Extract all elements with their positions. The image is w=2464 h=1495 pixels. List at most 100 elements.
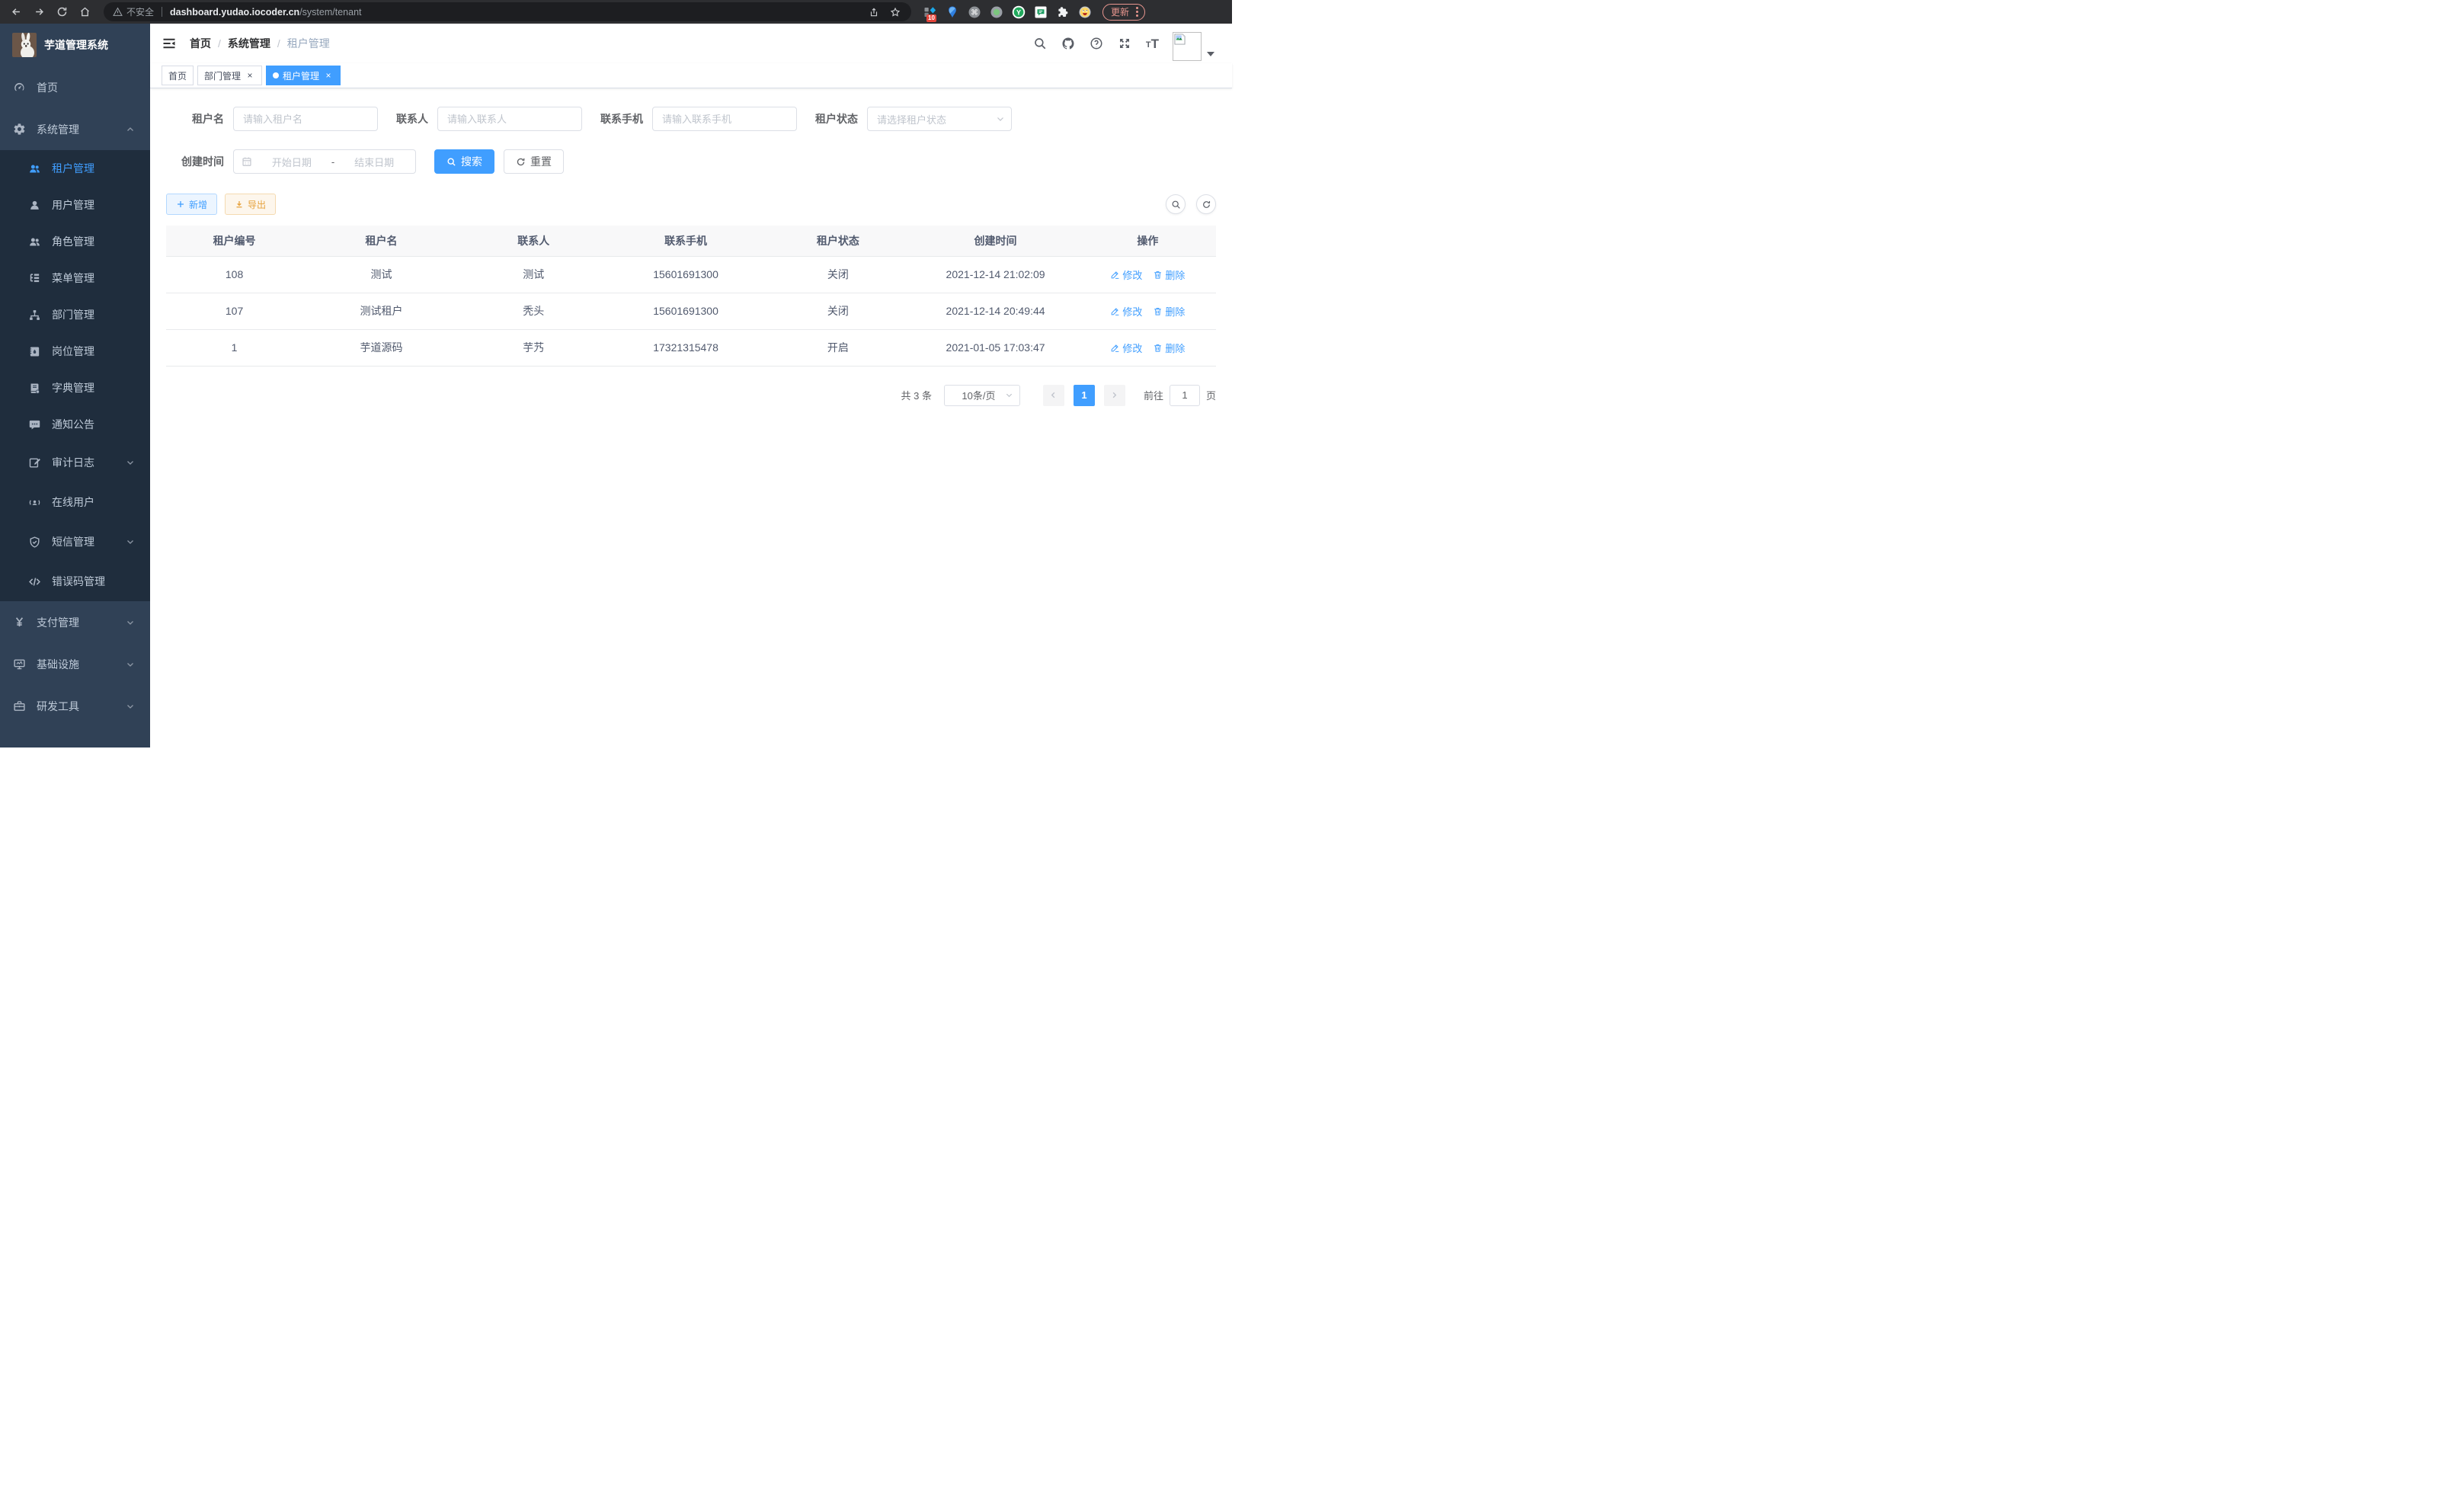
delete-button[interactable]: 删除 <box>1153 341 1185 355</box>
edit-button[interactable]: 修改 <box>1110 341 1142 355</box>
calendar-icon <box>242 156 252 167</box>
edit-button[interactable]: 修改 <box>1110 267 1142 282</box>
ext-squares-diamond-icon[interactable]: 10 <box>923 5 937 19</box>
sidebar-item-label: 字典管理 <box>52 380 94 395</box>
reload-icon[interactable] <box>53 4 70 21</box>
current-page[interactable]: 1 <box>1074 385 1095 406</box>
tab-租户管理[interactable]: 租户管理× <box>266 66 341 85</box>
ext-emoji-icon[interactable] <box>1078 5 1092 19</box>
font-size-icon[interactable]: TT <box>1146 37 1159 50</box>
mobile-input[interactable] <box>652 107 797 131</box>
collapse-sidebar-icon[interactable] <box>162 36 177 51</box>
content-area: 租户名 联系人 联系手机 租户状态 请选择租户状态 <box>150 88 1232 748</box>
search-button[interactable]: 搜索 <box>434 149 494 174</box>
filter-row-1: 租户名 联系人 联系手机 租户状态 请选择租户状态 <box>166 107 1216 131</box>
github-icon[interactable] <box>1061 37 1076 51</box>
sidebar-item-角色管理[interactable]: 角色管理 <box>0 223 150 260</box>
end-date-placeholder: 结束日期 <box>341 155 408 169</box>
contact-input[interactable] <box>437 107 582 131</box>
sidebar-item-label: 通知公告 <box>52 417 94 432</box>
filter-contact: 联系人 <box>396 107 582 131</box>
app-logo[interactable]: 芋道管理系统 <box>0 24 150 66</box>
avatar-broken-image[interactable] <box>1173 32 1202 61</box>
chrome-update-button[interactable]: 更新 <box>1102 4 1145 21</box>
sidebar-item-在线用户[interactable]: 在线用户 <box>0 482 150 522</box>
breadcrumb-item[interactable]: 首页 <box>190 36 211 51</box>
sidebar-item-label: 用户管理 <box>52 197 94 213</box>
toggle-search-button[interactable] <box>1166 194 1186 214</box>
sidebar-item-字典管理[interactable]: 字典管理 <box>0 370 150 406</box>
ext-puzzle-icon[interactable] <box>1056 5 1070 19</box>
add-button[interactable]: 新增 <box>166 194 217 215</box>
ext-command-icon[interactable]: ⌘ <box>968 5 981 19</box>
ext-chat-icon[interactable] <box>1034 5 1048 19</box>
bookmark-star-icon[interactable] <box>888 5 902 19</box>
ext-pin-icon[interactable] <box>946 5 959 19</box>
sidebar-item-首页[interactable]: 首页 <box>0 66 150 108</box>
logo-image <box>12 33 37 57</box>
cell-mobile: 15601691300 <box>607 293 765 329</box>
sidebar-item-基础设施[interactable]: 基础设施 <box>0 643 150 685</box>
forward-icon[interactable] <box>30 4 47 21</box>
status-select-placeholder: 请选择租户状态 <box>877 112 996 126</box>
date-range-picker[interactable]: 开始日期 - 结束日期 <box>233 149 416 174</box>
help-icon[interactable] <box>1090 37 1104 51</box>
avatar-caret-icon[interactable] <box>1207 52 1214 56</box>
create-time-label: 创建时间 <box>177 154 224 169</box>
delete-button-label: 删除 <box>1165 267 1185 282</box>
edit-button-label: 修改 <box>1122 304 1142 319</box>
sidebar-item-岗位管理[interactable]: 岗位管理 <box>0 333 150 370</box>
tenant-icon <box>28 162 41 175</box>
sidebar-item-错误码管理[interactable]: 错误码管理 <box>0 562 150 601</box>
sidebar-item-部门管理[interactable]: 部门管理 <box>0 296 150 333</box>
share-icon[interactable] <box>867 5 881 19</box>
sidebar-item-短信管理[interactable]: 短信管理 <box>0 522 150 562</box>
fullscreen-icon[interactable] <box>1118 37 1132 51</box>
tab-首页[interactable]: 首页 <box>162 66 194 85</box>
sidebar-item-支付管理[interactable]: 支付管理 <box>0 601 150 643</box>
search-icon[interactable] <box>1033 37 1048 51</box>
edit-icon <box>1110 270 1120 280</box>
filter-mobile: 联系手机 <box>600 107 797 131</box>
ext-dot-icon[interactable] <box>990 5 1003 19</box>
kebab-menu-icon[interactable] <box>1134 7 1140 17</box>
close-icon[interactable]: × <box>323 70 334 81</box>
address-bar[interactable]: 不安全 dashboard.yudao.iocoder.cn /system/t… <box>104 2 911 21</box>
sidebar-item-label: 研发工具 <box>37 699 79 714</box>
page-size-select[interactable]: 10条/页 <box>944 385 1020 406</box>
status-select[interactable]: 请选择租户状态 <box>867 107 1012 131</box>
prev-page-button[interactable] <box>1043 385 1064 406</box>
header-actions: TT <box>1033 26 1214 61</box>
tenant-name-input[interactable] <box>233 107 378 131</box>
not-secure-warning-icon[interactable] <box>113 7 123 17</box>
edit-button[interactable]: 修改 <box>1110 304 1142 319</box>
next-page-button[interactable] <box>1104 385 1125 406</box>
export-button[interactable]: 导出 <box>225 194 276 215</box>
chevron-right-icon <box>1110 391 1118 399</box>
tab-部门管理[interactable]: 部门管理× <box>197 66 262 85</box>
sidebar-item-通知公告[interactable]: 通知公告 <box>0 406 150 443</box>
back-icon[interactable] <box>8 4 24 21</box>
sidebar-item-审计日志[interactable]: 审计日志 <box>0 443 150 482</box>
reset-button[interactable]: 重置 <box>504 149 564 174</box>
user-icon <box>28 199 41 212</box>
breadcrumb-item[interactable]: 系统管理 <box>228 36 270 51</box>
sidebar-item-租户管理[interactable]: 租户管理 <box>0 150 150 187</box>
refresh-button[interactable] <box>1196 194 1216 214</box>
gear-icon <box>13 123 26 136</box>
sidebar-item-用户管理[interactable]: 用户管理 <box>0 187 150 223</box>
home-icon[interactable] <box>76 4 93 21</box>
ext-y-icon[interactable]: Y <box>1012 5 1026 19</box>
sidebar-item-菜单管理[interactable]: 菜单管理 <box>0 260 150 296</box>
sidebar-item-研发工具[interactable]: 研发工具 <box>0 685 150 727</box>
breadcrumb-separator: / <box>277 37 280 50</box>
user-avatar-menu[interactable] <box>1173 26 1214 61</box>
goto-page-input[interactable] <box>1170 385 1200 406</box>
sidebar-item-系统管理[interactable]: 系统管理 <box>0 108 150 150</box>
delete-icon <box>1153 270 1163 280</box>
delete-button[interactable]: 删除 <box>1153 267 1185 282</box>
cell-created: 2021-01-05 17:03:47 <box>911 329 1079 366</box>
delete-button[interactable]: 删除 <box>1153 304 1185 319</box>
goto-page: 前往 页 <box>1144 385 1216 406</box>
close-icon[interactable]: × <box>245 70 255 81</box>
